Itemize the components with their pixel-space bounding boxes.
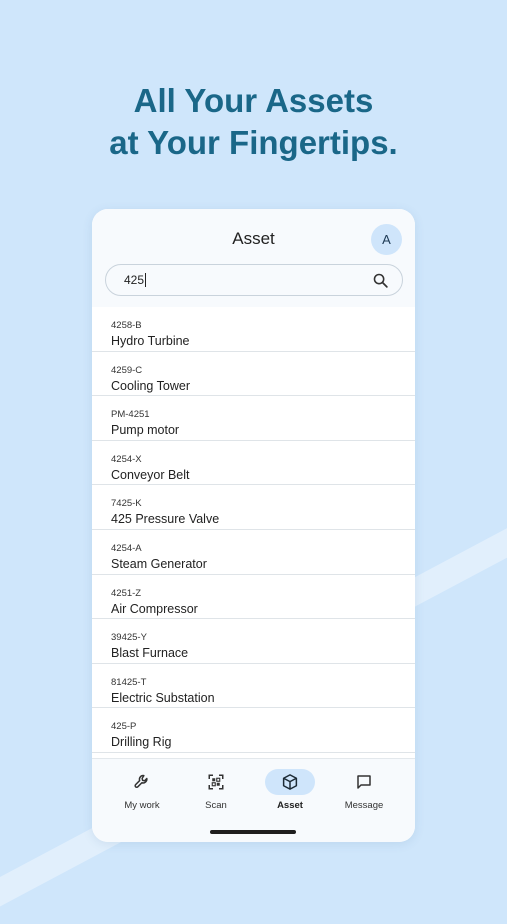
asset-name: Blast Furnace: [111, 646, 189, 661]
nav-item-scan[interactable]: Scan: [186, 769, 246, 811]
asset-name: Air Compressor: [111, 601, 198, 616]
qr-scan-icon: [208, 774, 224, 790]
nav-label: Scan: [205, 800, 227, 811]
asset-list-item[interactable]: 4254-A Steam Generator: [92, 530, 415, 575]
nav-item-message[interactable]: Message: [334, 769, 394, 811]
headline-line-2: at Your Fingertips.: [109, 124, 398, 161]
asset-name: Cooling Tower: [111, 378, 190, 393]
asset-name: 425 Pressure Valve: [111, 512, 220, 527]
search-value: 425: [124, 273, 147, 287]
asset-name: Pump motor: [111, 423, 180, 438]
screen-title: Asset: [232, 229, 275, 248]
headline-line-1: All Your Assets: [133, 82, 374, 119]
nav-label: Message: [344, 800, 384, 811]
asset-list-item[interactable]: 4258-B Hydro Turbine: [92, 307, 415, 352]
search-input[interactable]: 425: [105, 264, 403, 296]
asset-list-item[interactable]: 425-P Drilling Rig: [92, 708, 415, 753]
asset-code: 39425-Y: [111, 632, 147, 644]
wrench-icon: [134, 774, 148, 788]
asset-code: 4259-C: [111, 364, 143, 376]
asset-list-item[interactable]: 39425-Y Blast Furnace: [92, 619, 415, 664]
asset-code: 425-P: [111, 721, 137, 733]
asset-code: PM-4251: [111, 409, 150, 421]
message-icon: [357, 775, 371, 789]
asset-code: 4254-X: [111, 453, 142, 465]
asset-code: 7425-K: [111, 498, 142, 510]
avatar[interactable]: A: [371, 224, 402, 255]
search-icon[interactable]: [372, 272, 389, 289]
bottom-navigation: My work Scan Asset Message: [92, 758, 415, 842]
asset-name: Drilling Rig: [111, 735, 172, 750]
asset-name: Electric Substation: [111, 690, 215, 705]
asset-name: Steam Generator: [111, 556, 207, 571]
phone-screen: Asset A 425 4258-B Hydro Turbine 4259-C …: [92, 209, 415, 842]
headline: All Your Assets at Your Fingertips.: [0, 80, 507, 164]
asset-list-item[interactable]: PM-4251 Pump motor: [92, 396, 415, 441]
text-caret: [145, 273, 147, 287]
home-indicator: [210, 830, 296, 834]
asset-code: 4251-Z: [111, 587, 142, 599]
asset-code: 81425-T: [111, 676, 147, 688]
asset-name: Conveyor Belt: [111, 467, 190, 482]
cube-icon: [282, 774, 298, 790]
asset-list-item[interactable]: 4259-C Cooling Tower: [92, 352, 415, 397]
asset-list-item[interactable]: 7425-K 425 Pressure Valve: [92, 485, 415, 530]
top-bar: Asset A 425: [92, 209, 415, 307]
nav-item-asset[interactable]: Asset: [260, 769, 320, 811]
asset-list-item[interactable]: 4254-X Conveyor Belt: [92, 441, 415, 486]
asset-code: 4254-A: [111, 542, 142, 554]
asset-list-item[interactable]: 81425-T Electric Substation: [92, 664, 415, 709]
asset-list: 4258-B Hydro Turbine 4259-C Cooling Towe…: [92, 307, 415, 753]
nav-label: My work: [124, 800, 160, 811]
asset-code: 4258-B: [111, 320, 142, 331]
nav-label: Asset: [277, 800, 303, 811]
nav-item-my-work[interactable]: My work: [112, 769, 172, 811]
asset-list-item[interactable]: 4251-Z Air Compressor: [92, 575, 415, 620]
asset-name: Hydro Turbine: [111, 334, 190, 348]
